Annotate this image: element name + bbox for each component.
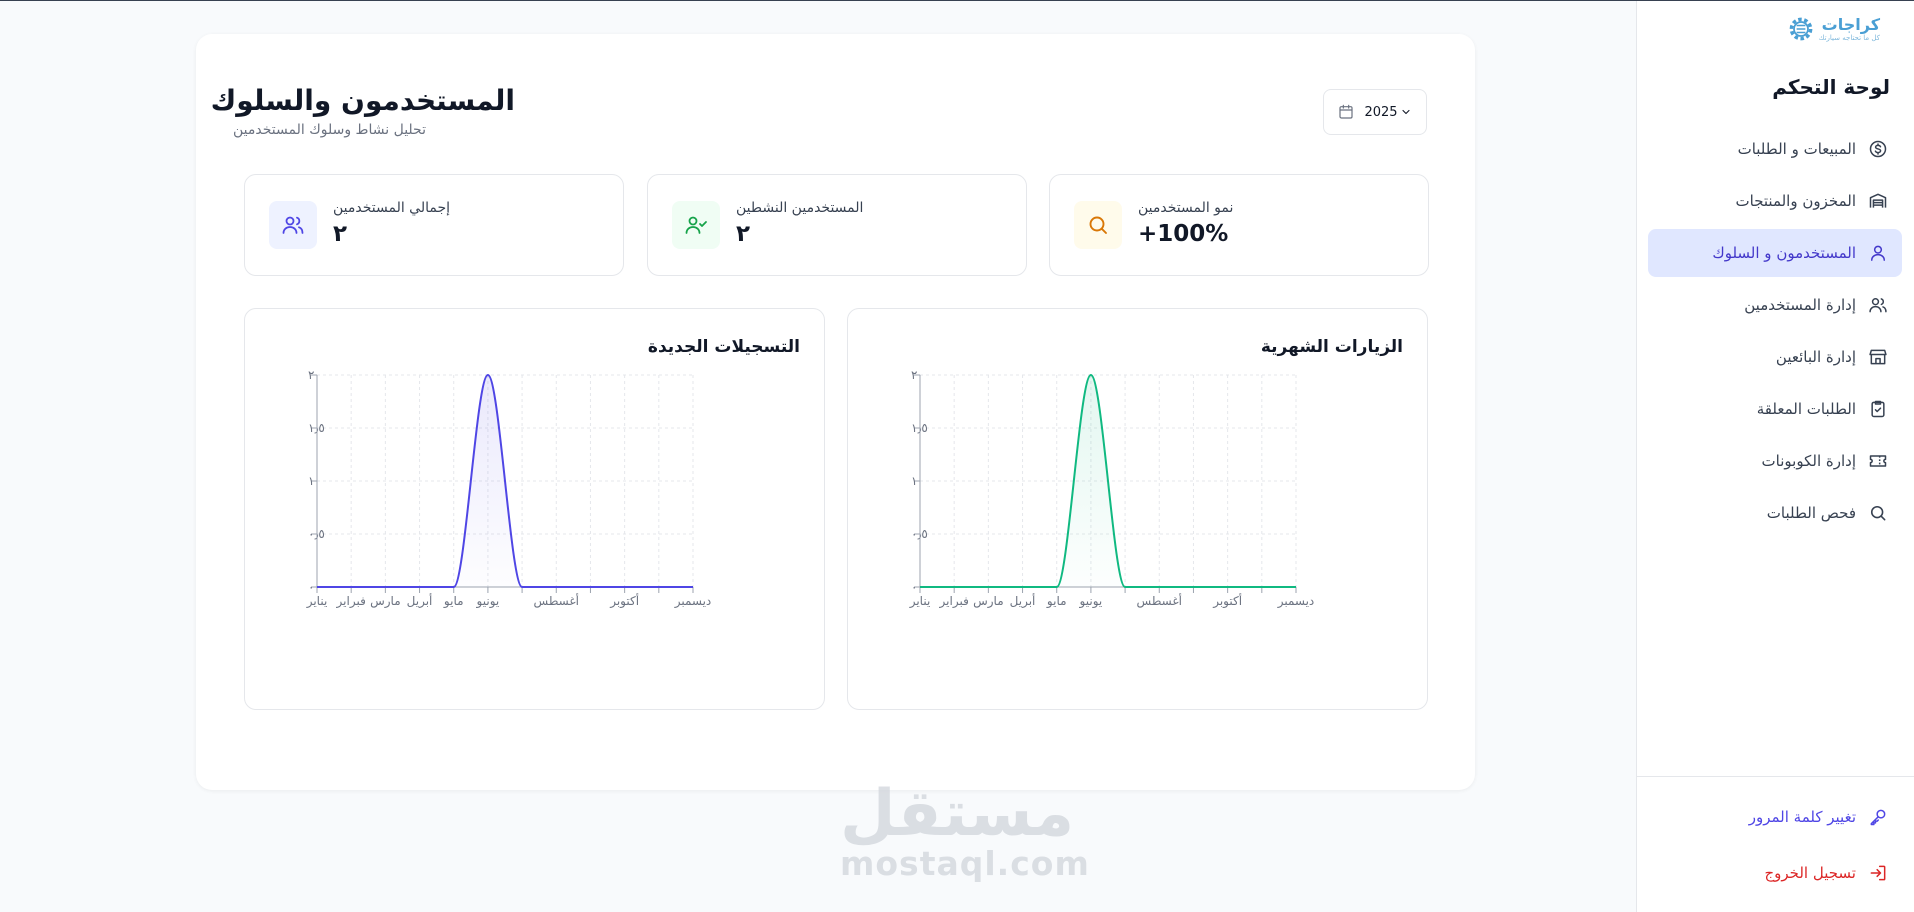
- sidebar-item-order-inspection[interactable]: فحص الطلبات: [1648, 489, 1902, 537]
- sidebar-item-label: إدارة الكوبونات: [1761, 452, 1856, 470]
- chevron-down-icon: [1401, 109, 1410, 115]
- key-icon: [1870, 809, 1886, 826]
- logout-link[interactable]: تسجيل الخروج: [1764, 863, 1888, 883]
- stat-label: المستخدمين النشطين: [736, 200, 864, 216]
- sidebar-item-sales-orders[interactable]: المبيعات و الطلبات: [1648, 125, 1902, 173]
- logo-tagline: كل ما تحتاجه سيارتك: [1818, 34, 1880, 42]
- watermark-arabic: مستقل: [840, 777, 1075, 851]
- new-registrations-chart: ٠ ٠٫٥ ١ ١٫٥ ٢ يناير فبراير مارس أبريل مايو يونيو أغ…: [306, 368, 712, 609]
- x-tick-label: أبريل: [407, 593, 433, 609]
- y-tick-label: ١٫٥: [308, 421, 325, 435]
- x-tick-label: فبراير: [336, 594, 366, 609]
- y-tick-label: ٠: [308, 580, 314, 594]
- page-title: المستخدمون والسلوك: [210, 84, 515, 117]
- monthly-visits-chart: ٠ ٠٫٥ ١ ١٫٥ ٢ يناير فبراير مارس أبريل مايو يونيو أغ…: [909, 368, 1315, 609]
- sidebar-footer: تغيير كلمة المرور تسجيل الخروج: [1636, 776, 1914, 882]
- main-content-card: المستخدمون والسلوك تحليل نشاط وسلوك المس…: [196, 34, 1475, 790]
- user-icon: [1871, 245, 1885, 261]
- x-tick-label: مارس: [973, 594, 1004, 609]
- search-icon: [1089, 216, 1107, 234]
- x-tick-label: مارس: [370, 594, 401, 609]
- clipboard-check-icon: [1871, 400, 1885, 418]
- stat-icon-box: [269, 201, 317, 249]
- y-tick-label: ٠٫٥: [911, 527, 928, 541]
- x-tick-label: يناير: [306, 594, 328, 609]
- sidebar-item-label: المخزون والمنتجات: [1735, 192, 1856, 210]
- x-tick-label: أغسطس: [534, 593, 579, 609]
- sidebar-item-label: المستخدمون و السلوك: [1712, 244, 1856, 262]
- warehouse-icon: [1869, 193, 1887, 208]
- search-icon: [1870, 505, 1886, 521]
- x-tick-label: ديسمبر: [1277, 594, 1315, 609]
- y-tick-label: ١٫٥: [911, 421, 928, 435]
- sidebar-item-inventory-products[interactable]: المخزون والمنتجات: [1648, 177, 1902, 225]
- x-tick-label: أغسطس: [1137, 593, 1182, 609]
- stat-icon-box: [1074, 201, 1122, 249]
- sidebar-item-coupons[interactable]: إدارة الكوبونات: [1648, 437, 1902, 485]
- x-tick-label: ديسمبر: [674, 594, 712, 609]
- stat-card-total-users: إجمالي المستخدمين ٢: [244, 174, 624, 276]
- y-tick-label: ٠٫٥: [308, 527, 325, 541]
- x-tick-label: أبريل: [1010, 593, 1036, 609]
- stat-value: ٢: [736, 221, 751, 247]
- watermark: مستقل mostaql.com: [840, 777, 1090, 883]
- y-tick-label: ٠: [911, 580, 917, 594]
- sidebar-item-pending-orders[interactable]: الطلبات المعلقة: [1648, 385, 1902, 433]
- stat-value: ٢: [333, 221, 348, 247]
- change-password-link[interactable]: تغيير كلمة المرور: [1749, 807, 1888, 827]
- stat-card-active-users: المستخدمين النشطين ٢: [647, 174, 1027, 276]
- x-tick-label: يناير: [909, 594, 931, 609]
- year-select-value: 2025: [1364, 104, 1398, 120]
- sidebar-nav: المبيعات و الطلبات المخزون والمنتجات الم…: [1648, 125, 1902, 541]
- sidebar-item-label: المبيعات و الطلبات: [1737, 140, 1856, 158]
- page-subtitle: تحليل نشاط وسلوك المستخدمين: [233, 122, 426, 138]
- user-check-icon: [685, 216, 707, 234]
- x-tick-label: يونيو: [1079, 594, 1103, 609]
- sidebar-item-label: فحص الطلبات: [1766, 504, 1856, 522]
- stat-label: إجمالي المستخدمين: [333, 200, 451, 216]
- dollar-icon: [1869, 140, 1887, 158]
- y-tick-label: ١: [308, 474, 314, 488]
- x-tick-label: مايو: [1046, 594, 1067, 609]
- stat-value: +100%: [1138, 221, 1229, 247]
- stat-label: نمو المستخدمين: [1138, 200, 1234, 216]
- calendar-icon: [1339, 104, 1354, 119]
- watermark-url: mostaql.com: [840, 844, 1090, 883]
- sidebar-title: لوحة التحكم: [1772, 75, 1890, 99]
- sidebar-item-vendor-management[interactable]: إدارة البائعين: [1648, 333, 1902, 381]
- sidebar-item-user-management[interactable]: إدارة المستخدمين: [1648, 281, 1902, 329]
- chart-card-monthly-visits: الزيارات الشهرية ٠ ٠٫٥ ١ ١٫٥ ٢ يناير فبراير مار…: [847, 308, 1428, 710]
- users-icon: [1869, 298, 1887, 313]
- logout-label: تسجيل الخروج: [1764, 864, 1856, 882]
- store-icon: [1869, 349, 1887, 365]
- sidebar-item-label: الطلبات المعلقة: [1756, 400, 1856, 418]
- sidebar-item-users-behavior[interactable]: المستخدمون و السلوك: [1648, 229, 1902, 277]
- x-tick-label: مايو: [443, 594, 464, 609]
- y-tick-label: ١: [911, 474, 917, 488]
- y-tick-label: ٢: [308, 368, 314, 382]
- x-tick-label: فبراير: [939, 594, 969, 609]
- stat-card-user-growth: نمو المستخدمين +100%: [1049, 174, 1429, 276]
- y-tick-label: ٢: [911, 368, 917, 382]
- logo[interactable]: كراجات كل ما تحتاجه سيارتك: [1787, 15, 1880, 43]
- logout-icon: [1870, 865, 1886, 881]
- x-tick-label: أكتوبر: [1212, 593, 1242, 609]
- sidebar: كراجات كل ما تحتاجه سيارتك لوحة التحكم ا…: [1636, 1, 1914, 912]
- chart-card-new-registrations: التسجيلات الجديدة ٠ ٠٫٥ ١ ١٫٥ ٢ يناير فبراير ما…: [244, 308, 825, 710]
- year-select[interactable]: 2025: [1323, 89, 1427, 135]
- stat-icon-box: [672, 201, 720, 249]
- gear-icon: [1789, 17, 1813, 41]
- users-icon: [282, 216, 304, 234]
- logo-title: كراجات: [1821, 15, 1880, 34]
- sidebar-item-label: إدارة المستخدمين: [1744, 296, 1856, 314]
- sidebar-item-label: إدارة البائعين: [1775, 348, 1856, 366]
- x-tick-label: أكتوبر: [609, 593, 639, 609]
- change-password-label: تغيير كلمة المرور: [1748, 808, 1856, 826]
- x-tick-label: يونيو: [476, 594, 500, 609]
- ticket-icon: [1869, 455, 1887, 467]
